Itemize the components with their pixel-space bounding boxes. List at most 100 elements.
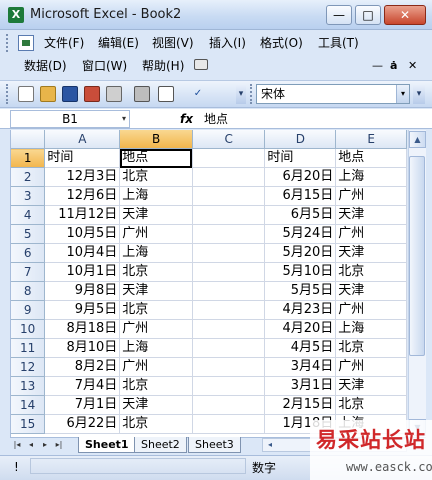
cell-d13[interactable]: 3月1日 bbox=[264, 376, 337, 396]
formula-input[interactable]: 地点 bbox=[204, 110, 426, 128]
cell-c6[interactable] bbox=[192, 243, 266, 263]
row-header[interactable]: 3 bbox=[11, 186, 46, 206]
cell-d7[interactable]: 5月10日 bbox=[264, 262, 337, 282]
cell-c9[interactable] bbox=[192, 300, 266, 320]
cell-c10[interactable] bbox=[192, 319, 266, 339]
cell-b14[interactable]: 天津 bbox=[119, 395, 193, 415]
menu-edit[interactable]: 编辑(E) bbox=[94, 33, 143, 53]
cell-c4[interactable] bbox=[192, 205, 266, 225]
menu-data[interactable]: 数据(D) bbox=[20, 56, 71, 76]
cell-e2[interactable]: 上海 bbox=[335, 167, 407, 187]
cell-a4[interactable]: 11月12日 bbox=[44, 205, 121, 225]
cell-b4[interactable]: 天津 bbox=[119, 205, 193, 225]
menu-insert[interactable]: 插入(I) bbox=[205, 33, 250, 53]
cell-d12[interactable]: 3月4日 bbox=[264, 357, 337, 377]
name-box[interactable]: B1 bbox=[10, 110, 130, 128]
cell-a12[interactable]: 8月2日 bbox=[44, 357, 121, 377]
cell-d9[interactable]: 4月23日 bbox=[264, 300, 337, 320]
cell-c5[interactable] bbox=[192, 224, 266, 244]
cell-c12[interactable] bbox=[192, 357, 266, 377]
cell-d4[interactable]: 6月5日 bbox=[264, 205, 337, 225]
prev-sheet-button[interactable]: ◂ bbox=[26, 438, 36, 452]
toolbar-grip-handle[interactable] bbox=[6, 84, 9, 104]
cell-d10[interactable]: 4月20日 bbox=[264, 319, 337, 339]
minimize-button[interactable]: — bbox=[326, 5, 352, 25]
cell-a13[interactable]: 7月4日 bbox=[44, 376, 121, 396]
font-name-select[interactable]: 宋体 bbox=[256, 84, 410, 104]
cell-b9[interactable]: 北京 bbox=[119, 300, 193, 320]
row-header[interactable]: 9 bbox=[11, 300, 46, 320]
last-sheet-button[interactable]: ▸| bbox=[54, 438, 64, 452]
close-button[interactable]: ✕ bbox=[384, 5, 426, 25]
cell-e1[interactable]: 地点 bbox=[335, 148, 407, 168]
doc-minimize-button[interactable]: — bbox=[368, 56, 387, 76]
next-sheet-button[interactable]: ▸ bbox=[40, 438, 50, 452]
cell-b1[interactable]: 地点 bbox=[119, 148, 193, 168]
cell-e11[interactable]: 北京 bbox=[335, 338, 407, 358]
cell-c8[interactable] bbox=[192, 281, 266, 301]
row-header[interactable]: 13 bbox=[11, 376, 46, 396]
cell-d8[interactable]: 5月5日 bbox=[264, 281, 337, 301]
cell-d5[interactable]: 5月24日 bbox=[264, 224, 337, 244]
spelling-icon[interactable]: ✓ bbox=[190, 86, 206, 102]
cell-d6[interactable]: 5月20日 bbox=[264, 243, 337, 263]
cell-b12[interactable]: 广州 bbox=[119, 357, 193, 377]
cell-b6[interactable]: 上海 bbox=[119, 243, 193, 263]
menu-format[interactable]: 格式(O) bbox=[256, 33, 307, 53]
cell-a1[interactable]: 时间 bbox=[44, 148, 121, 168]
maximize-button[interactable]: □ bbox=[355, 5, 381, 25]
row-header[interactable]: 7 bbox=[11, 262, 46, 282]
name-box-chevron-icon[interactable]: ▾ bbox=[118, 110, 130, 128]
cell-b8[interactable]: 天津 bbox=[119, 281, 193, 301]
cell-d3[interactable]: 6月15日 bbox=[264, 186, 337, 206]
row-header[interactable]: 8 bbox=[11, 281, 46, 301]
cell-c15[interactable] bbox=[192, 414, 266, 434]
column-header-a[interactable]: A bbox=[44, 130, 121, 149]
cell-b2[interactable]: 北京 bbox=[119, 167, 193, 187]
help-search-icon[interactable] bbox=[194, 59, 208, 70]
workbook-icon[interactable] bbox=[18, 35, 34, 51]
cell-c1[interactable] bbox=[192, 148, 266, 168]
menu-window[interactable]: 窗口(W) bbox=[78, 56, 131, 76]
menu-help[interactable]: 帮助(H) bbox=[138, 56, 188, 76]
row-header[interactable]: 4 bbox=[11, 205, 46, 225]
cell-a7[interactable]: 10月1日 bbox=[44, 262, 121, 282]
menu-file[interactable]: 文件(F) bbox=[40, 33, 88, 53]
cell-e14[interactable]: 北京 bbox=[335, 395, 407, 415]
sheet-tab-sheet1[interactable]: Sheet1 bbox=[78, 437, 136, 453]
save-icon[interactable] bbox=[62, 86, 78, 102]
sheet-tab-sheet2[interactable]: Sheet2 bbox=[134, 437, 187, 453]
cell-b7[interactable]: 北京 bbox=[119, 262, 193, 282]
cell-d11[interactable]: 4月5日 bbox=[264, 338, 337, 358]
cell-a5[interactable]: 10月5日 bbox=[44, 224, 121, 244]
cell-e3[interactable]: 广州 bbox=[335, 186, 407, 206]
find-icon[interactable] bbox=[158, 86, 174, 102]
cell-c2[interactable] bbox=[192, 167, 266, 187]
cell-e7[interactable]: 北京 bbox=[335, 262, 407, 282]
cell-e6[interactable]: 天津 bbox=[335, 243, 407, 263]
cell-d1[interactable]: 时间 bbox=[264, 148, 337, 168]
cell-e13[interactable]: 天津 bbox=[335, 376, 407, 396]
font-dropdown-chevron-icon[interactable]: ▾ bbox=[396, 85, 409, 103]
cell-b3[interactable]: 上海 bbox=[119, 186, 193, 206]
cell-c13[interactable] bbox=[192, 376, 266, 396]
row-header[interactable]: 5 bbox=[11, 224, 46, 244]
format-toolbar-overflow-icon[interactable]: ▾ bbox=[413, 84, 425, 104]
worksheet-grid[interactable]: A B C D E 1 时间 地点 时间 地点 2 12月3日 北京 6月20日 上海 3 12月6日 上海 6月1… bbox=[10, 130, 407, 437]
cell-a11[interactable]: 8月10日 bbox=[44, 338, 121, 358]
scroll-up-button[interactable]: ▲ bbox=[409, 131, 426, 148]
cell-e4[interactable]: 天津 bbox=[335, 205, 407, 225]
cell-e9[interactable]: 广州 bbox=[335, 300, 407, 320]
cell-c3[interactable] bbox=[192, 186, 266, 206]
cell-c14[interactable] bbox=[192, 395, 266, 415]
cell-b11[interactable]: 上海 bbox=[119, 338, 193, 358]
cell-e8[interactable]: 天津 bbox=[335, 281, 407, 301]
column-header-e[interactable]: E bbox=[335, 130, 407, 149]
menu-tools[interactable]: 工具(T) bbox=[314, 33, 363, 53]
menubar-grip-handle[interactable] bbox=[6, 34, 9, 52]
cell-a2[interactable]: 12月3日 bbox=[44, 167, 121, 187]
cell-a10[interactable]: 8月18日 bbox=[44, 319, 121, 339]
cell-a9[interactable]: 9月5日 bbox=[44, 300, 121, 320]
cell-a15[interactable]: 6月22日 bbox=[44, 414, 121, 434]
select-all-corner[interactable] bbox=[11, 130, 46, 149]
